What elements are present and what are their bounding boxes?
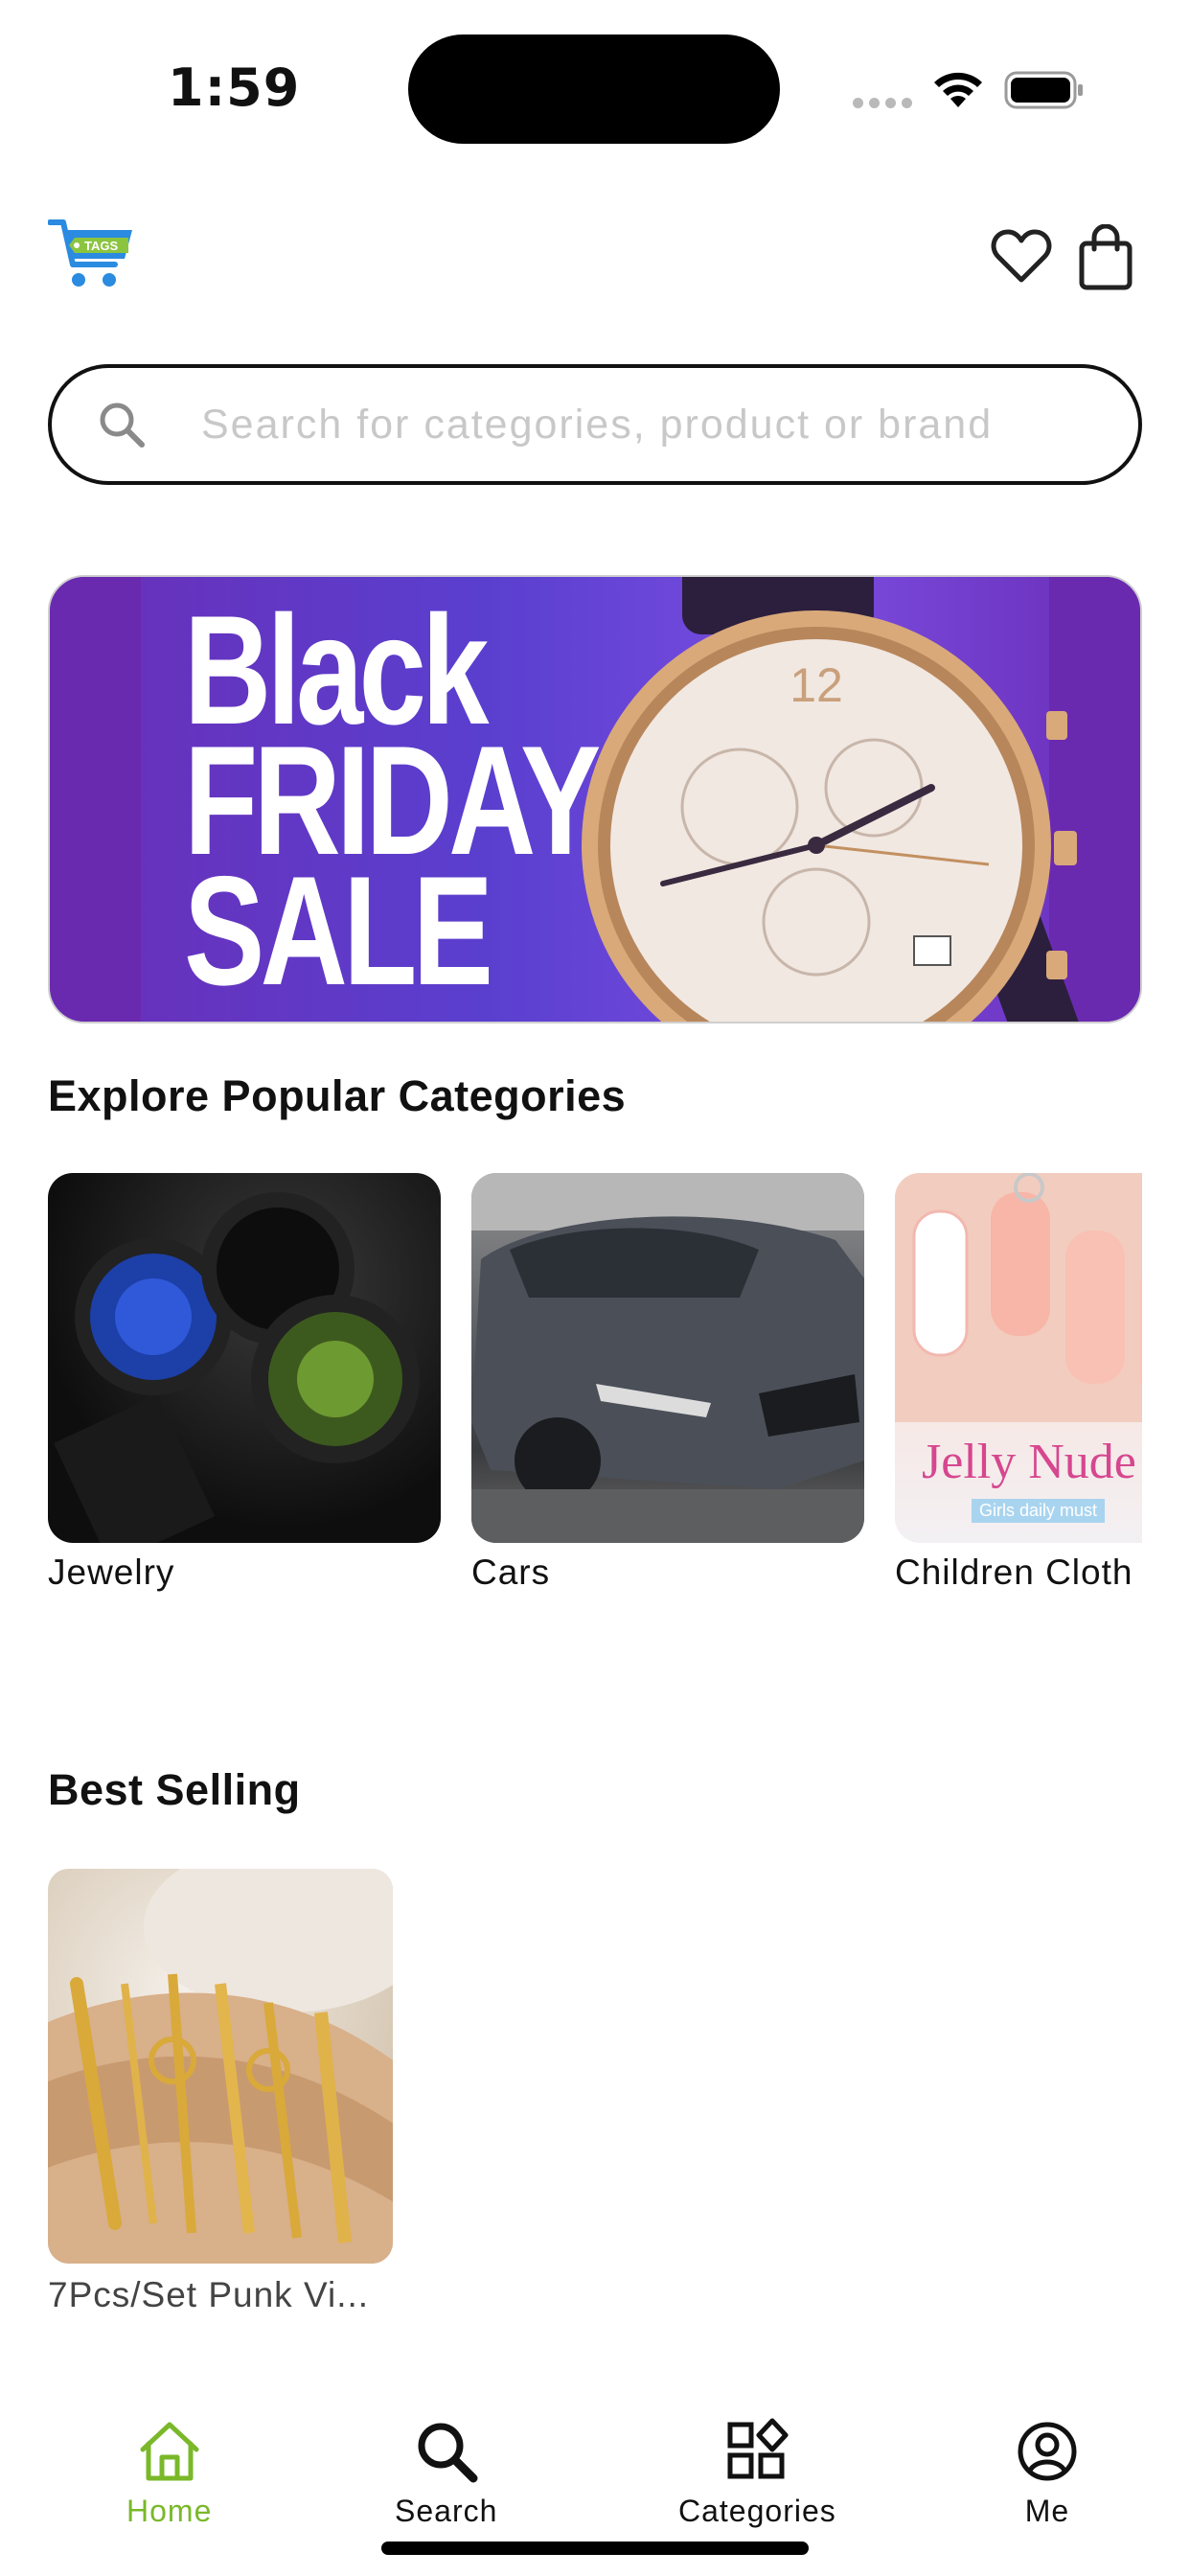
tab-home[interactable]: Home — [126, 2417, 212, 2529]
categories-title: Explore Popular Categories — [48, 1071, 627, 1120]
categories-icon — [727, 2418, 789, 2479]
nail-image-subtext: Girls daily must — [972, 1499, 1106, 1523]
home-icon — [140, 2422, 199, 2481]
category-image: Jelly Nude Girls daily must — [895, 1173, 1142, 1543]
tab-me[interactable]: Me — [1013, 2417, 1082, 2529]
shopping-bag-icon[interactable] — [1077, 224, 1134, 291]
search-bar[interactable] — [48, 364, 1142, 485]
search-input[interactable] — [201, 385, 1111, 464]
tab-categories[interactable]: Categories — [678, 2417, 836, 2529]
category-label: Children Cloth — [895, 1552, 1133, 1592]
product-title: 7Pcs/Set Punk Vi... — [48, 2275, 370, 2314]
status-time: 1:59 — [168, 58, 301, 118]
category-label: Cars — [471, 1552, 551, 1592]
user-circle-icon — [1018, 2422, 1077, 2481]
category-children-cloth[interactable]: Jelly Nude Girls daily must Children Clo… — [895, 1173, 1142, 1593]
logo-text: TAGS — [84, 239, 118, 253]
categories-carousel[interactable]: Jewelry Cars Jelly Nude Girls daily must… — [48, 1173, 1142, 1614]
dynamic-island — [408, 34, 780, 144]
tab-label: Search — [395, 2494, 498, 2528]
search-icon — [100, 402, 145, 448]
tab-label: Me — [1024, 2494, 1070, 2528]
wifi-icon — [934, 72, 982, 107]
category-label: Jewelry — [48, 1552, 175, 1592]
best-selling-title: Best Selling — [48, 1765, 301, 1814]
search-icon — [418, 2423, 478, 2483]
cellular-signal-icon — [853, 98, 912, 108]
tab-label: Home — [126, 2494, 213, 2528]
tab-label: Categories — [678, 2494, 836, 2528]
category-image — [48, 1173, 441, 1543]
svg-text:12: 12 — [790, 658, 843, 712]
product-card[interactable]: 7Pcs/Set Punk Vi... — [48, 1869, 393, 2315]
home-screen: 1:59 TAGS Search for categories, product… — [0, 0, 1190, 2576]
nail-image-text: Jelly Nude — [922, 1435, 1136, 1489]
category-cars[interactable]: Cars — [471, 1173, 864, 1593]
promo-banner[interactable]: Black FRIDAY SALE 12 — [48, 575, 1142, 1024]
battery-icon — [1004, 71, 1083, 109]
wishlist-heart-icon[interactable] — [991, 226, 1052, 286]
category-image — [471, 1173, 864, 1543]
product-image — [48, 1869, 393, 2264]
category-jewelry[interactable]: Jewelry — [48, 1173, 441, 1593]
app-logo-icon[interactable]: TAGS — [48, 217, 136, 293]
watch-image: 12 — [582, 577, 1083, 1022]
tab-search[interactable]: Search — [395, 2417, 497, 2529]
home-indicator[interactable] — [381, 2542, 809, 2555]
